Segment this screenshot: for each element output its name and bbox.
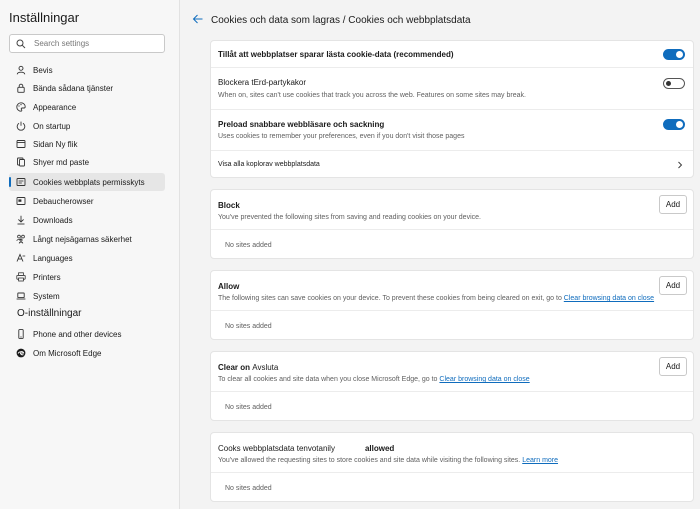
share-icon <box>16 157 26 167</box>
section-title: O-inställningar <box>17 308 82 319</box>
sidebar-item-default-browser[interactable]: Debaucherowser <box>9 192 165 210</box>
sidebar-item-appearance[interactable]: Appearance <box>9 98 165 116</box>
sidebar-item-label: On startup <box>33 121 71 131</box>
sidebar-item-label: Shyer md paste <box>33 157 90 167</box>
sidebar-item-label: Downloads <box>33 215 73 225</box>
clear-title-suffix: Avsluta <box>252 363 279 372</box>
palette-icon <box>16 102 26 112</box>
sidebar-item-label: Bevis <box>33 65 53 75</box>
clear-on-close-link[interactable]: Clear browsing data on close <box>564 295 654 302</box>
allow-card: Allow The following sites can save cooki… <box>210 270 694 340</box>
download-icon <box>16 215 26 225</box>
sidebar-item-label: Om Microsoft Edge <box>33 348 102 358</box>
sidebar-item-new-tab[interactable]: Sidan Ny flik <box>9 135 165 153</box>
lock-icon <box>16 83 26 93</box>
new-tab-icon <box>16 139 26 149</box>
third-title-suffix: allowed <box>364 444 395 453</box>
power-icon <box>16 121 26 131</box>
family-icon <box>16 234 26 244</box>
sidebar-item-label: Bända sådana tjänster <box>33 83 114 93</box>
sidebar-item-about[interactable]: Om Microsoft Edge <box>9 344 165 362</box>
divider <box>211 472 693 473</box>
back-arrow-icon[interactable] <box>192 13 204 25</box>
block-title: Block <box>218 201 240 210</box>
sidebar-item-share[interactable]: Shyer md paste <box>9 153 165 171</box>
allow-cookies-toggle[interactable] <box>663 49 685 60</box>
allow-description: The following sites can save cookies on … <box>218 295 655 302</box>
divider <box>211 310 693 311</box>
search-box[interactable] <box>9 34 165 53</box>
setting-row-block-third-party: Blockera tErd-partykakor When on, sites … <box>211 68 693 110</box>
sidebar-item-family[interactable]: Långt nejsägarnas säkerhet <box>9 230 165 248</box>
sidebar-item-label: System <box>33 291 60 301</box>
sidebar-item-system[interactable]: System <box>9 287 165 305</box>
main-content: Cookies och data som lagras / Cookies oc… <box>181 0 700 509</box>
allow-empty-text: No sites added <box>225 323 272 330</box>
setting-title: Tillåt att webbplatser sparar lästa cook… <box>218 50 392 59</box>
setting-title: Preload snabbare webbläsare och sackning <box>218 120 385 129</box>
learn-more-link[interactable]: Learn more <box>522 457 558 464</box>
settings-title: Inställningar <box>9 10 80 25</box>
sidebar-item-label: Långt nejsägarnas säkerhet <box>33 234 132 244</box>
sidebar-item-downloads[interactable]: Downloads <box>9 211 165 229</box>
setting-row-preload: Preload snabbare webbläsare och sackning… <box>211 110 693 151</box>
sidebar-item-startup[interactable]: On startup <box>9 117 165 135</box>
allow-add-button[interactable]: Add <box>659 276 687 295</box>
chevron-right-icon <box>678 161 683 169</box>
breadcrumb: Cookies och data som lagras / Cookies oc… <box>211 15 471 26</box>
third-description: You've allowed the requesting sites to s… <box>218 457 559 464</box>
cookie-settings-card: Tillåt att webbplatser sparar lästa cook… <box>210 40 694 178</box>
sidebar-item-label: Phone and other devices <box>33 329 122 339</box>
block-description: You've prevented the following sites fro… <box>218 214 481 221</box>
sidebar-item-label: Cookies webbplats permisskyts <box>33 177 145 187</box>
clear-description: To clear all cookies and site data when … <box>218 376 530 383</box>
divider <box>211 229 693 230</box>
sidebar-item-languages[interactable]: Languages <box>9 249 165 267</box>
allow-title: Allow <box>218 282 240 291</box>
cookies-icon <box>16 177 26 187</box>
third-empty-text: No sites added <box>225 485 272 492</box>
languages-icon <box>16 253 26 263</box>
sidebar-item-privacy[interactable]: Bända sådana tjänster <box>9 79 165 97</box>
setting-title: Visa alla koplorav webbplatsdata <box>218 161 320 168</box>
sidebar-item-label: Debaucherowser <box>33 196 94 206</box>
third-title: Cooks webbplatsdata tenvotanily <box>218 444 335 453</box>
clear-title: Clear on <box>218 363 251 372</box>
sidebar-item-printers[interactable]: Printers <box>9 268 165 286</box>
clear-on-close-link[interactable]: Clear browsing data on close <box>439 376 529 383</box>
search-input[interactable] <box>34 39 154 48</box>
sidebar-item-label: Printers <box>33 272 61 282</box>
sidebar-item-phone[interactable]: Phone and other devices <box>9 325 165 343</box>
divider <box>211 391 693 392</box>
setting-row-allow-cookies: Tillåt att webbplatser sparar lästa cook… <box>211 41 693 68</box>
block-third-party-toggle[interactable] <box>663 78 685 89</box>
setting-row-see-all-data[interactable]: Visa alla koplorav webbplatsdata <box>211 151 693 179</box>
search-icon <box>16 39 26 48</box>
block-empty-text: No sites added <box>225 242 272 249</box>
user-icon <box>16 65 26 75</box>
setting-title: Blockera tErd-partykakor <box>218 78 307 87</box>
sidebar-item-label: Appearance <box>33 102 77 112</box>
sidebar-item-profiles[interactable]: Bevis <box>9 61 165 79</box>
setting-description: When on, sites can't use cookies that tr… <box>218 92 526 99</box>
sidebar: Inställningar Bevis Bända sådana tjänste… <box>0 0 180 509</box>
setting-description: Uses cookies to remember your preference… <box>218 133 465 140</box>
clear-on-exit-card: Clear on Avsluta To clear all cookies an… <box>210 351 694 421</box>
printer-icon <box>16 272 26 282</box>
sidebar-item-label: Languages <box>33 253 73 263</box>
clear-add-button[interactable]: Add <box>659 357 687 376</box>
block-card: Block You've prevented the following sit… <box>210 189 694 259</box>
laptop-icon <box>16 291 26 301</box>
clear-empty-text: No sites added <box>225 404 272 411</box>
block-add-button[interactable]: Add <box>659 195 687 214</box>
phone-icon <box>16 329 26 339</box>
edge-icon <box>16 348 26 358</box>
sidebar-item-label: Sidan Ny flik <box>33 139 78 149</box>
sidebar-item-cookies[interactable]: Cookies webbplats permisskyts <box>9 173 165 191</box>
browser-icon <box>16 196 26 206</box>
cookies-allowed-card: Cooks webbplatsdata tenvotanily allowed Y… <box>210 432 694 502</box>
setting-title-suffix: (recommended) <box>393 50 454 59</box>
preload-toggle[interactable] <box>663 119 685 130</box>
